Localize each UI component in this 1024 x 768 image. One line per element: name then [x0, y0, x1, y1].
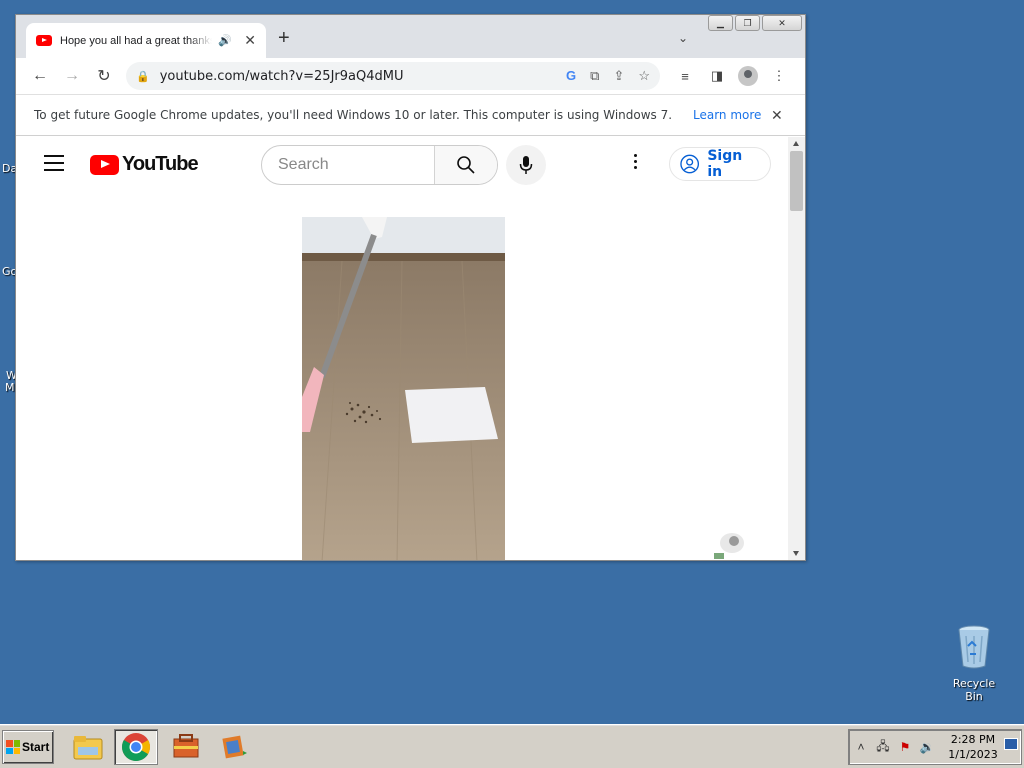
taskbar-media-button[interactable]	[212, 729, 256, 765]
microphone-icon	[519, 156, 533, 174]
search-button[interactable]	[434, 146, 497, 184]
back-arrow-icon[interactable]: ←	[28, 64, 52, 88]
taskbar-chrome-button[interactable]	[114, 729, 158, 765]
title-bar: Hope you all had a great thanksgiving 🔊 …	[16, 15, 805, 58]
recycle-bin[interactable]: Recycle Bin	[944, 624, 1004, 703]
youtube-wordmark: YouTube	[122, 153, 199, 175]
infobar-close-icon[interactable]: ✕	[771, 107, 783, 124]
close-window-button[interactable]: ✕	[762, 15, 802, 31]
maximize-button[interactable]: ❐	[735, 15, 760, 31]
chrome-window: Hope you all had a great thanksgiving 🔊 …	[15, 14, 806, 561]
taskbar-explorer-button[interactable]	[66, 729, 110, 765]
browser-toolbar: ← → ↻ 🔒 youtube.com/watch?v=25Jr9aQ4dMU …	[16, 58, 805, 94]
file-explorer-icon	[73, 736, 103, 760]
video-frame-image	[302, 217, 505, 560]
cat-thumbnail-image	[714, 523, 748, 559]
chrome-icon	[122, 733, 150, 761]
start-button[interactable]: Start	[2, 730, 54, 764]
system-tray: ˄ 🖧 ⚑ 🔉 2:28 PM 1/1/2023	[848, 729, 1022, 765]
google-lens-icon[interactable]: G	[566, 68, 576, 84]
search-box: Search	[261, 145, 498, 185]
tab-title: Hope you all had a great thanksgiving	[60, 34, 212, 47]
show-hidden-icons-icon[interactable]: ˄	[853, 740, 869, 754]
forward-arrow-icon[interactable]: →	[60, 64, 84, 88]
clock-date: 1/1/2023	[948, 748, 998, 761]
media-player-icon	[222, 735, 247, 759]
bookmark-star-icon[interactable]: ☆	[638, 68, 650, 84]
omnibox-actions: G ⧉ ⇪ ☆	[566, 68, 650, 84]
action-center-flag-icon[interactable]: ⚑	[897, 740, 913, 754]
media-control-icon[interactable]: ≡	[674, 65, 696, 87]
learn-more-link[interactable]: Learn more	[693, 108, 761, 122]
settings-kebab-icon[interactable]	[634, 154, 640, 172]
clock-time: 2:28 PM	[950, 733, 996, 746]
open-in-app-icon[interactable]: ⧉	[590, 68, 599, 84]
youtube-logo[interactable]: YouTube	[90, 153, 199, 176]
tab-close-icon[interactable]: ✕	[244, 32, 256, 49]
recycle-bin-icon	[958, 625, 990, 669]
toolbox-app-icon	[173, 734, 199, 758]
lock-icon[interactable]: 🔒	[136, 70, 150, 83]
youtube-play-icon	[90, 154, 119, 175]
start-label: Start	[22, 740, 50, 754]
sign-in-button[interactable]: Sign in	[669, 147, 771, 181]
update-infobar: To get future Google Chrome updates, you…	[16, 94, 805, 136]
speaker-icon[interactable]: 🔊	[218, 34, 232, 47]
tab-search-chevron-icon[interactable]: ⌄	[678, 31, 688, 45]
page-scrollbar[interactable]	[788, 137, 805, 560]
infobar-message: To get future Google Chrome updates, you…	[34, 108, 673, 122]
reload-icon[interactable]: ↻	[92, 64, 116, 88]
windows-flag-icon	[6, 740, 20, 754]
youtube-page: YouTube Search Sign in	[16, 137, 788, 560]
youtube-favicon-icon	[36, 35, 52, 46]
mini-thumbnail[interactable]	[714, 523, 748, 559]
desktop-label-fragment: M	[5, 381, 15, 394]
share-icon[interactable]: ⇪	[613, 68, 624, 84]
scroll-down-arrow-icon[interactable]	[793, 551, 799, 556]
address-bar[interactable]: 🔒 youtube.com/watch?v=25Jr9aQ4dMU G ⧉ ⇪ …	[126, 62, 660, 90]
taskbar: Start ˄ 🖧 ⚑ 🔉 2:28 PM 1/1/2023	[0, 724, 1024, 768]
minimize-button[interactable]: ▁	[708, 15, 733, 31]
network-icon[interactable]: 🖧	[875, 737, 891, 758]
clock[interactable]: 2:28 PM 1/1/2023	[943, 732, 1003, 762]
recycle-bin-label: Recycle Bin	[952, 677, 996, 703]
scroll-up-arrow-icon[interactable]	[793, 141, 799, 146]
voice-search-button[interactable]	[506, 145, 546, 185]
search-input[interactable]: Search	[262, 146, 434, 184]
sign-in-label: Sign in	[707, 148, 743, 180]
url-text[interactable]: youtube.com/watch?v=25Jr9aQ4dMU	[160, 69, 404, 84]
chrome-menu-icon[interactable]: ⋮	[768, 65, 790, 87]
new-tab-button[interactable]: +	[278, 28, 290, 48]
account-circle-icon	[680, 154, 700, 174]
toolbar-right: ≡ ◨ ⋮	[674, 65, 790, 87]
hamburger-menu-icon[interactable]	[44, 155, 64, 176]
side-panel-icon[interactable]: ◨	[706, 65, 728, 87]
taskbar-app-button[interactable]	[164, 729, 208, 765]
scroll-thumb[interactable]	[790, 151, 803, 211]
profile-avatar-icon[interactable]	[738, 66, 758, 86]
video-player[interactable]	[302, 217, 505, 560]
search-icon	[457, 156, 475, 174]
window-controls: ▁ ❐ ✕	[708, 15, 802, 31]
active-tab[interactable]: Hope you all had a great thanksgiving 🔊 …	[26, 23, 266, 58]
volume-icon[interactable]: 🔉	[919, 740, 935, 754]
show-desktop-button[interactable]	[1004, 738, 1018, 750]
